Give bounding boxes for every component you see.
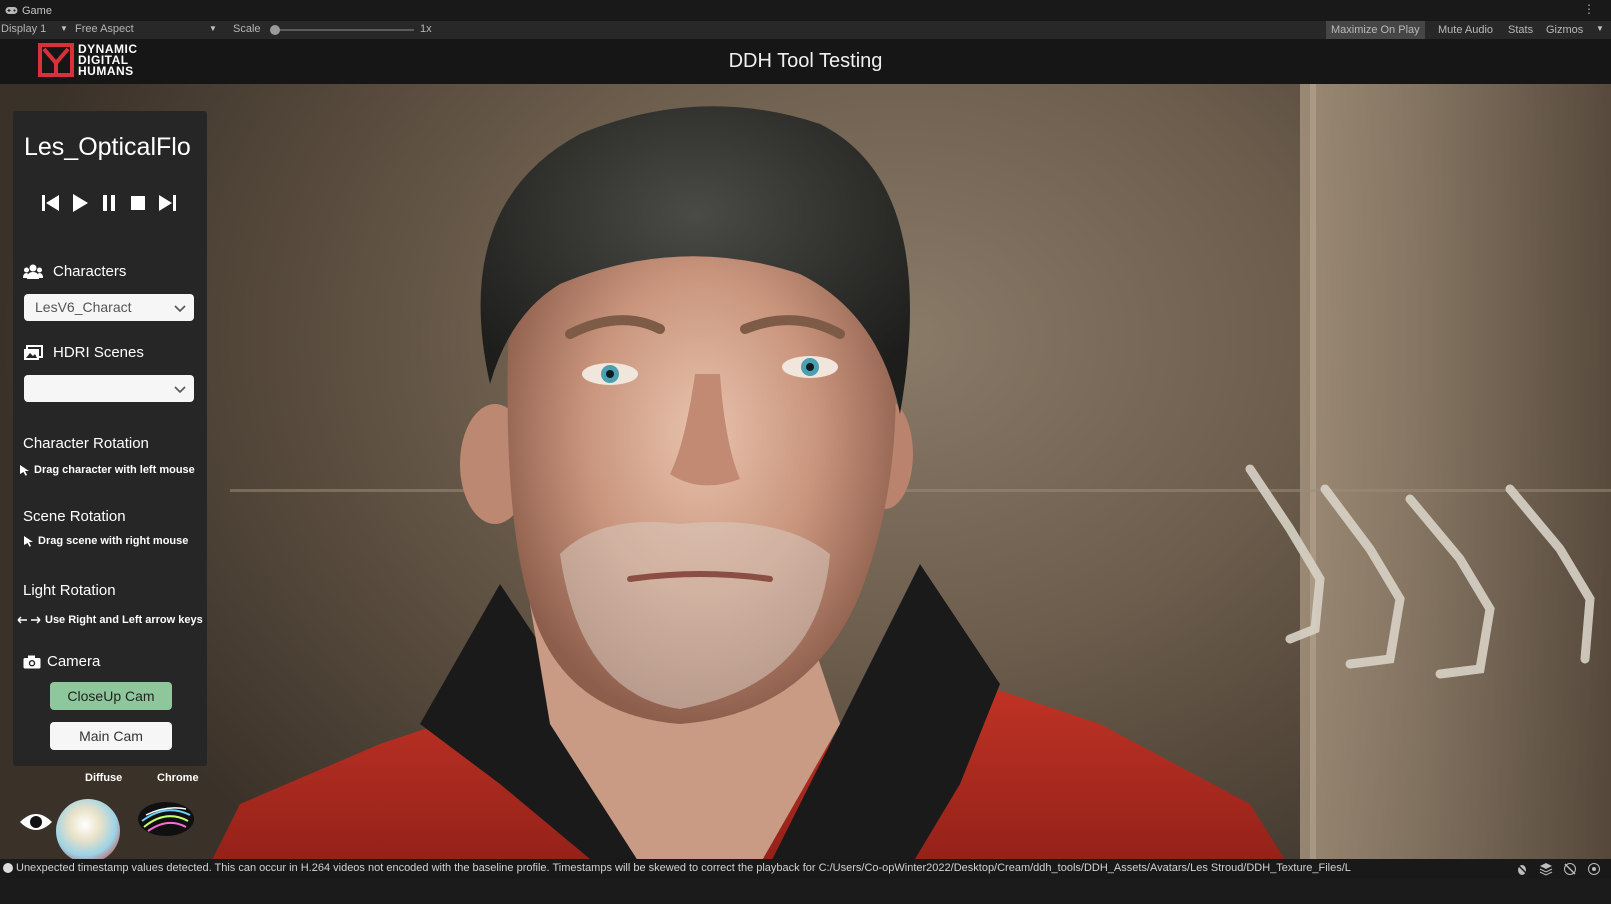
hdri-dropdown[interactable] bbox=[24, 375, 194, 402]
skip-forward-button[interactable] bbox=[157, 193, 177, 213]
bug-icon[interactable] bbox=[1515, 862, 1529, 876]
scale-label: Scale bbox=[233, 23, 261, 35]
transport-controls bbox=[41, 193, 177, 213]
diffuse-ball[interactable] bbox=[56, 799, 120, 863]
hdri-section: HDRI Scenes bbox=[23, 344, 144, 361]
app-title: DDH Tool Testing bbox=[728, 50, 883, 72]
scene-rotation-hint-text: Drag scene with right mouse bbox=[38, 535, 189, 547]
closeup-cam-button[interactable]: CloseUp Cam bbox=[50, 682, 172, 710]
game-tab-label: Game bbox=[22, 4, 52, 17]
scene-rotation-heading: Scene Rotation bbox=[23, 508, 126, 525]
network-off-icon[interactable] bbox=[1563, 862, 1577, 876]
stop-button[interactable] bbox=[128, 193, 148, 213]
play-button[interactable] bbox=[70, 193, 90, 213]
pause-button[interactable] bbox=[99, 193, 119, 213]
settings-icon[interactable] bbox=[1587, 862, 1601, 876]
camera-section: Camera bbox=[23, 653, 100, 670]
cursor-icon bbox=[24, 536, 33, 547]
scale-value: 1x bbox=[420, 23, 432, 35]
console-status-bar[interactable]: Unexpected timestamp values detected. Th… bbox=[0, 859, 1611, 879]
control-panel: Les_OpticalFlo Characters LesV6_Charact … bbox=[13, 111, 207, 766]
chrome-label: Chrome bbox=[157, 772, 199, 784]
status-icons bbox=[1515, 862, 1601, 876]
characters-label: Characters bbox=[53, 263, 127, 280]
gamepad-icon bbox=[5, 7, 18, 14]
maximize-on-play-button[interactable]: Maximize On Play bbox=[1326, 21, 1425, 39]
game-tab-bar: Game ⋮ bbox=[0, 0, 1611, 21]
unity-editor-window: Game ⋮ Display 1 ▼ Free Aspect ▼ Scale 1… bbox=[0, 0, 1611, 904]
stop-icon bbox=[131, 196, 145, 210]
skip-forward-icon bbox=[159, 195, 176, 211]
diffuse-label: Diffuse bbox=[85, 772, 123, 784]
skip-back-button[interactable] bbox=[41, 193, 61, 213]
gizmos-caret-icon[interactable]: ▼ bbox=[1596, 24, 1604, 33]
status-message: Unexpected timestamp values detected. Th… bbox=[16, 862, 1351, 874]
scale-slider-knob[interactable] bbox=[270, 25, 280, 35]
images-icon bbox=[24, 344, 43, 360]
scene-rotation-hint: Drag scene with right mouse bbox=[23, 535, 188, 547]
aspect-dropdown[interactable]: Free Aspect bbox=[75, 23, 134, 35]
mute-audio-button[interactable]: Mute Audio bbox=[1433, 21, 1498, 39]
hdri-label: HDRI Scenes bbox=[53, 344, 144, 361]
aspect-caret-icon: ▼ bbox=[209, 24, 217, 33]
pause-icon bbox=[103, 195, 115, 211]
info-icon bbox=[3, 863, 13, 873]
cursor-icon bbox=[20, 465, 29, 476]
stats-button[interactable]: Stats bbox=[1503, 21, 1538, 39]
camera-icon bbox=[23, 655, 41, 668]
character-rotation-heading: Character Rotation bbox=[23, 435, 149, 452]
scale-slider-track[interactable] bbox=[274, 29, 414, 31]
app-header: DYNAMIC DIGITAL HUMANS DDH Tool Testing bbox=[0, 39, 1611, 84]
light-rotation-hint-text: Use Right and Left arrow keys bbox=[45, 614, 203, 626]
skip-back-icon bbox=[42, 195, 59, 211]
arrows-left-right-icon bbox=[17, 616, 41, 624]
eye-icon[interactable] bbox=[19, 809, 53, 835]
chrome-ball[interactable] bbox=[136, 799, 196, 839]
stack-icon[interactable] bbox=[1539, 862, 1553, 876]
game-view[interactable]: DYNAMIC DIGITAL HUMANS DDH Tool Testing … bbox=[0, 39, 1611, 884]
chevron-down-icon bbox=[174, 305, 186, 313]
clip-name: Les_OpticalFlo bbox=[24, 133, 191, 161]
game-tab[interactable]: Game bbox=[0, 5, 52, 17]
display-dropdown[interactable]: Display 1 bbox=[1, 23, 46, 35]
characters-selected: LesV6_Charact bbox=[35, 299, 132, 315]
character-rotation-hint: Drag character with left mouse bbox=[19, 464, 195, 476]
gizmos-button[interactable]: Gizmos bbox=[1541, 21, 1588, 39]
character-rotation-hint-text: Drag character with left mouse bbox=[34, 464, 195, 476]
window-bottom-strip bbox=[0, 879, 1611, 904]
users-icon bbox=[23, 264, 43, 279]
game-toolbar: Display 1 ▼ Free Aspect ▼ Scale 1x Maxim… bbox=[0, 21, 1611, 39]
light-rotation-heading: Light Rotation bbox=[23, 582, 116, 599]
characters-dropdown[interactable]: LesV6_Charact bbox=[24, 294, 194, 321]
camera-label: Camera bbox=[47, 653, 101, 670]
character-portrait[interactable] bbox=[200, 84, 1300, 884]
chevron-down-icon bbox=[174, 386, 186, 394]
light-rotation-hint: Use Right and Left arrow keys bbox=[17, 614, 203, 626]
characters-section: Characters bbox=[23, 263, 126, 280]
main-cam-button[interactable]: Main Cam bbox=[50, 722, 172, 750]
tab-options-icon[interactable]: ⋮ bbox=[1583, 2, 1595, 16]
display-caret-icon: ▼ bbox=[60, 24, 68, 33]
play-icon bbox=[73, 194, 88, 212]
